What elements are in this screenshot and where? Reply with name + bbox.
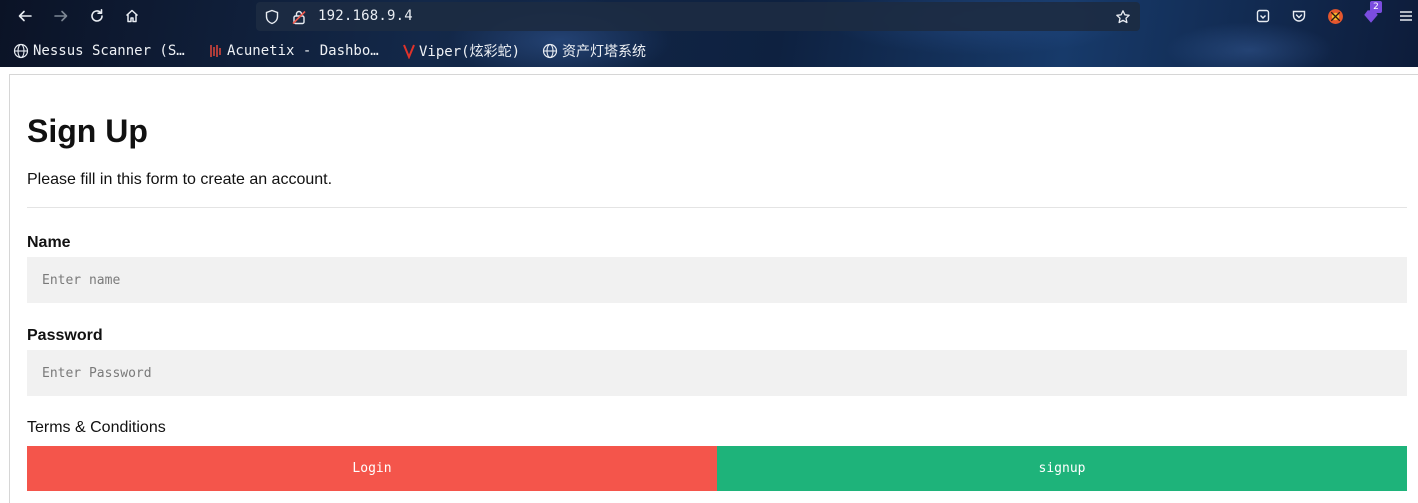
page-title: Sign Up [27,113,148,149]
arrow-right-icon [54,10,68,22]
form-subtitle: Please fill in this form to create an ac… [27,171,333,188]
globe-icon [13,43,29,59]
reload-icon [91,9,103,22]
bookmark-label: Nessus Scanner (S… [33,43,185,59]
home-button[interactable] [121,5,143,27]
home-icon [125,9,139,23]
bookmark-label: Viper(炫彩蛇) [419,44,521,60]
shield-icon[interactable] [264,9,280,25]
acunetix-icon [207,43,223,59]
bookmark-nessus[interactable]: Nessus Scanner (S… [13,40,185,62]
globe-icon [542,43,558,59]
login-button[interactable]: Login [27,446,717,491]
terms-conditions-text: Terms & Conditions [27,419,166,436]
bookmark-asset-lighthouse[interactable]: 资产灯塔系统 [542,40,646,62]
pocket-icon[interactable] [1288,5,1310,27]
browser-toolbar: 192.168.9.4 2 Nessus Scanner (S… Acuneti… [0,0,1418,67]
bookmark-label: 资产灯塔系统 [562,44,646,60]
insecure-lock-icon[interactable] [291,9,307,25]
bookmarks-toolbar: Nessus Scanner (S… Acunetix - Dashbo… Vi… [0,38,1418,64]
page-viewport: Sign Up Please fill in this form to crea… [9,74,1418,503]
name-input[interactable] [27,257,1407,303]
password-input[interactable] [27,350,1407,396]
extension-icon[interactable] [1324,5,1346,27]
viper-icon [403,43,415,59]
bookmark-viper[interactable]: Viper(炫彩蛇) [403,40,520,62]
back-button[interactable] [14,5,36,27]
address-bar[interactable]: 192.168.9.4 [256,2,1140,31]
password-label: Password [27,327,103,344]
menu-hamburger-icon[interactable] [1395,5,1417,27]
arrow-left-icon [18,10,32,22]
divider [27,207,1407,208]
bookmark-label: Acunetix - Dashbo… [227,43,379,59]
reload-button[interactable] [86,5,108,27]
bookmark-star-icon[interactable] [1115,9,1131,25]
save-to-pocket-icon[interactable] [1252,5,1274,27]
forward-button[interactable] [50,5,72,27]
name-label: Name [27,234,71,251]
url-text[interactable]: 192.168.9.4 [318,8,413,24]
extension-badge: 2 [1370,1,1382,13]
bookmark-acunetix[interactable]: Acunetix - Dashbo… [207,40,379,62]
signup-button[interactable]: signup [717,446,1407,491]
